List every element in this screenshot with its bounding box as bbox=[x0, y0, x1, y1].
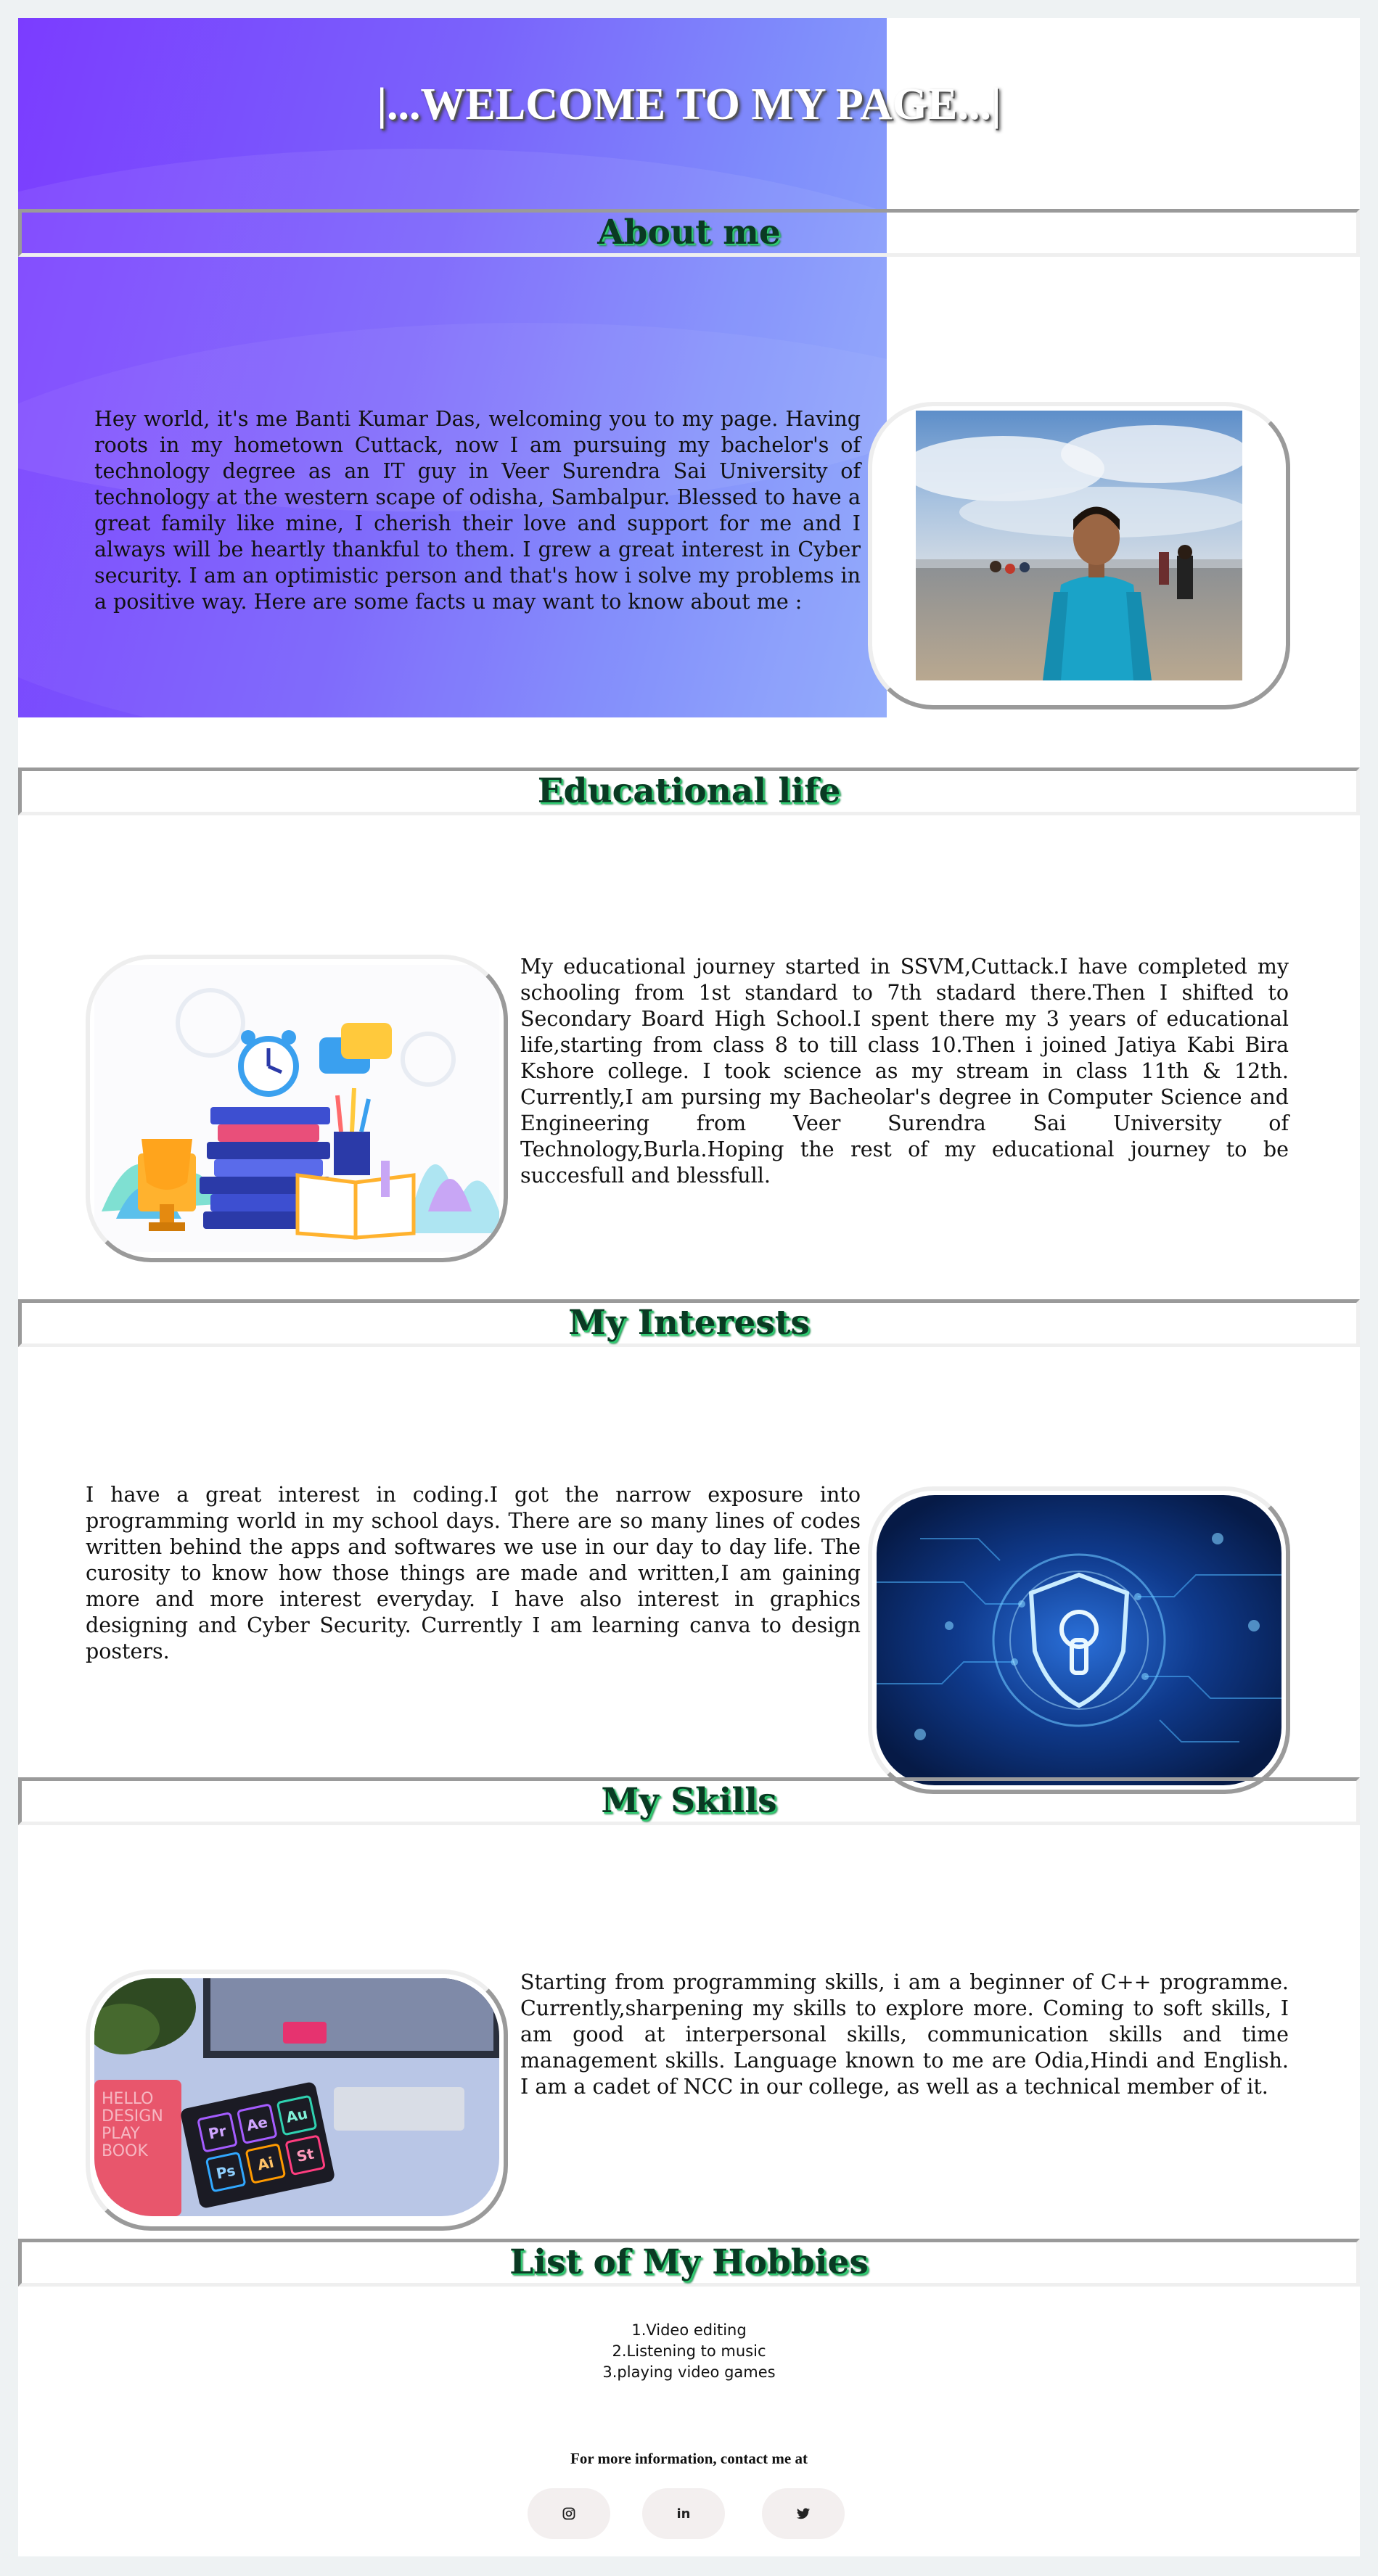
design-workspace-image: HELLO DESIGN PLAY BOOK Pr Ae Au Ps Ai St bbox=[94, 1978, 499, 2216]
notebook-text-line: BOOK bbox=[102, 2142, 148, 2160]
hobby-item: 1.Video editing bbox=[631, 2321, 747, 2339]
illustrator-tile: Ai bbox=[245, 2142, 287, 2184]
section-heading-skills: My Skills bbox=[18, 1777, 1360, 1825]
interests-text: I have a great interest in coding.I got … bbox=[86, 1483, 861, 1663]
linkedin-icon: in bbox=[676, 2506, 691, 2522]
twitter-button[interactable] bbox=[762, 2488, 845, 2539]
welcome-title: |...WELCOME TO MY PAGE...| bbox=[377, 80, 1001, 129]
instagram-button[interactable] bbox=[528, 2488, 610, 2539]
premiere-tile: Pr bbox=[197, 2111, 238, 2153]
skills-image-frame: HELLO DESIGN PLAY BOOK Pr Ae Au Ps Ai St bbox=[86, 1970, 508, 2231]
notebook-lettering: HELLO DESIGN PLAY BOOK bbox=[102, 2091, 181, 2160]
stock-tile: St bbox=[284, 2134, 327, 2176]
profile-photo-icon bbox=[916, 411, 1242, 680]
contact-text: For more information, contact me at bbox=[570, 2450, 808, 2467]
photoshop-tile: Ps bbox=[205, 2151, 247, 2193]
instagram-icon bbox=[562, 2507, 575, 2520]
education-image-frame bbox=[86, 955, 508, 1262]
linkedin-button[interactable]: in bbox=[642, 2488, 725, 2539]
skills-text: Starting from programming skills, i am a… bbox=[520, 1970, 1289, 2099]
profile-photo-frame bbox=[868, 402, 1290, 709]
section-heading-interests: My Interests bbox=[18, 1299, 1360, 1347]
hobby-item: 2.Listening to music bbox=[612, 2342, 766, 2360]
notebook-text-line: DESIGN bbox=[102, 2107, 163, 2126]
notebook-text-line: PLAY bbox=[102, 2125, 140, 2143]
profile-photo bbox=[916, 411, 1242, 680]
cyber-security-shield-icon bbox=[877, 1495, 1281, 1785]
twitter-icon bbox=[797, 2508, 810, 2519]
about-text: Hey world, it's me Banti Kumar Das, welc… bbox=[94, 407, 861, 614]
interests-image-frame bbox=[868, 1486, 1290, 1794]
section-heading-about: About me bbox=[18, 209, 1360, 257]
cyber-security-image bbox=[877, 1495, 1281, 1785]
notebook-text-line: HELLO bbox=[102, 2090, 154, 2108]
section-heading-hobbies: List of My Hobbies bbox=[18, 2239, 1360, 2287]
audition-tile: Au bbox=[276, 2094, 318, 2136]
page: |...WELCOME TO MY PAGE...| About me Hey … bbox=[18, 18, 1360, 2556]
education-text: My educational journey started in SSVM,C… bbox=[520, 955, 1289, 1188]
education-illustration bbox=[94, 965, 499, 1252]
hobbies-list: 1.Video editing 2.Listening to music 3.p… bbox=[18, 2320, 1360, 2383]
education-illustration-icon bbox=[94, 965, 499, 1252]
section-heading-education: Educational life bbox=[18, 768, 1360, 815]
hobby-item: 3.playing video games bbox=[602, 2363, 776, 2381]
after-effects-tile: Ae bbox=[236, 2103, 278, 2145]
